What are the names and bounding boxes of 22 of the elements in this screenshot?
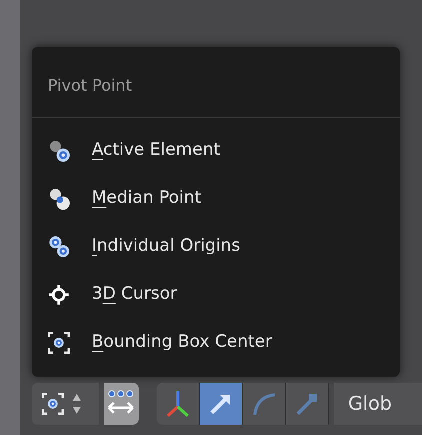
menu-item[interactable]: Bounding Box Center: [32, 319, 400, 367]
individual-origins-icon: [48, 236, 70, 258]
bounding-box-icon: [42, 393, 64, 415]
crosshair-icon: [48, 284, 70, 306]
menu-item[interactable]: Active Element: [32, 127, 400, 175]
active-element-icon: [48, 140, 70, 162]
pivot-dropdown[interactable]: [32, 383, 99, 425]
axes-icon: [165, 389, 192, 419]
orientation-dropdown[interactable]: Glob: [334, 383, 422, 425]
manipulator-toggle[interactable]: [200, 383, 244, 425]
median-point-icon: [48, 188, 70, 210]
menu-item[interactable]: Individual Origins: [32, 223, 400, 271]
up-down-arrows-icon: [72, 393, 82, 415]
manipulator-toggle[interactable]: [157, 383, 200, 425]
menu-item[interactable]: Median Point: [32, 175, 400, 223]
manipulator-toggle[interactable]: [243, 383, 286, 425]
manipulator-toggle[interactable]: [286, 383, 330, 425]
menu-title: Pivot Point: [48, 75, 132, 97]
arc-icon: [251, 391, 278, 417]
menu-item[interactable]: 3D Cursor: [32, 271, 400, 319]
bounding-box-icon: [48, 332, 70, 354]
proportional-toggle[interactable]: [104, 383, 139, 425]
